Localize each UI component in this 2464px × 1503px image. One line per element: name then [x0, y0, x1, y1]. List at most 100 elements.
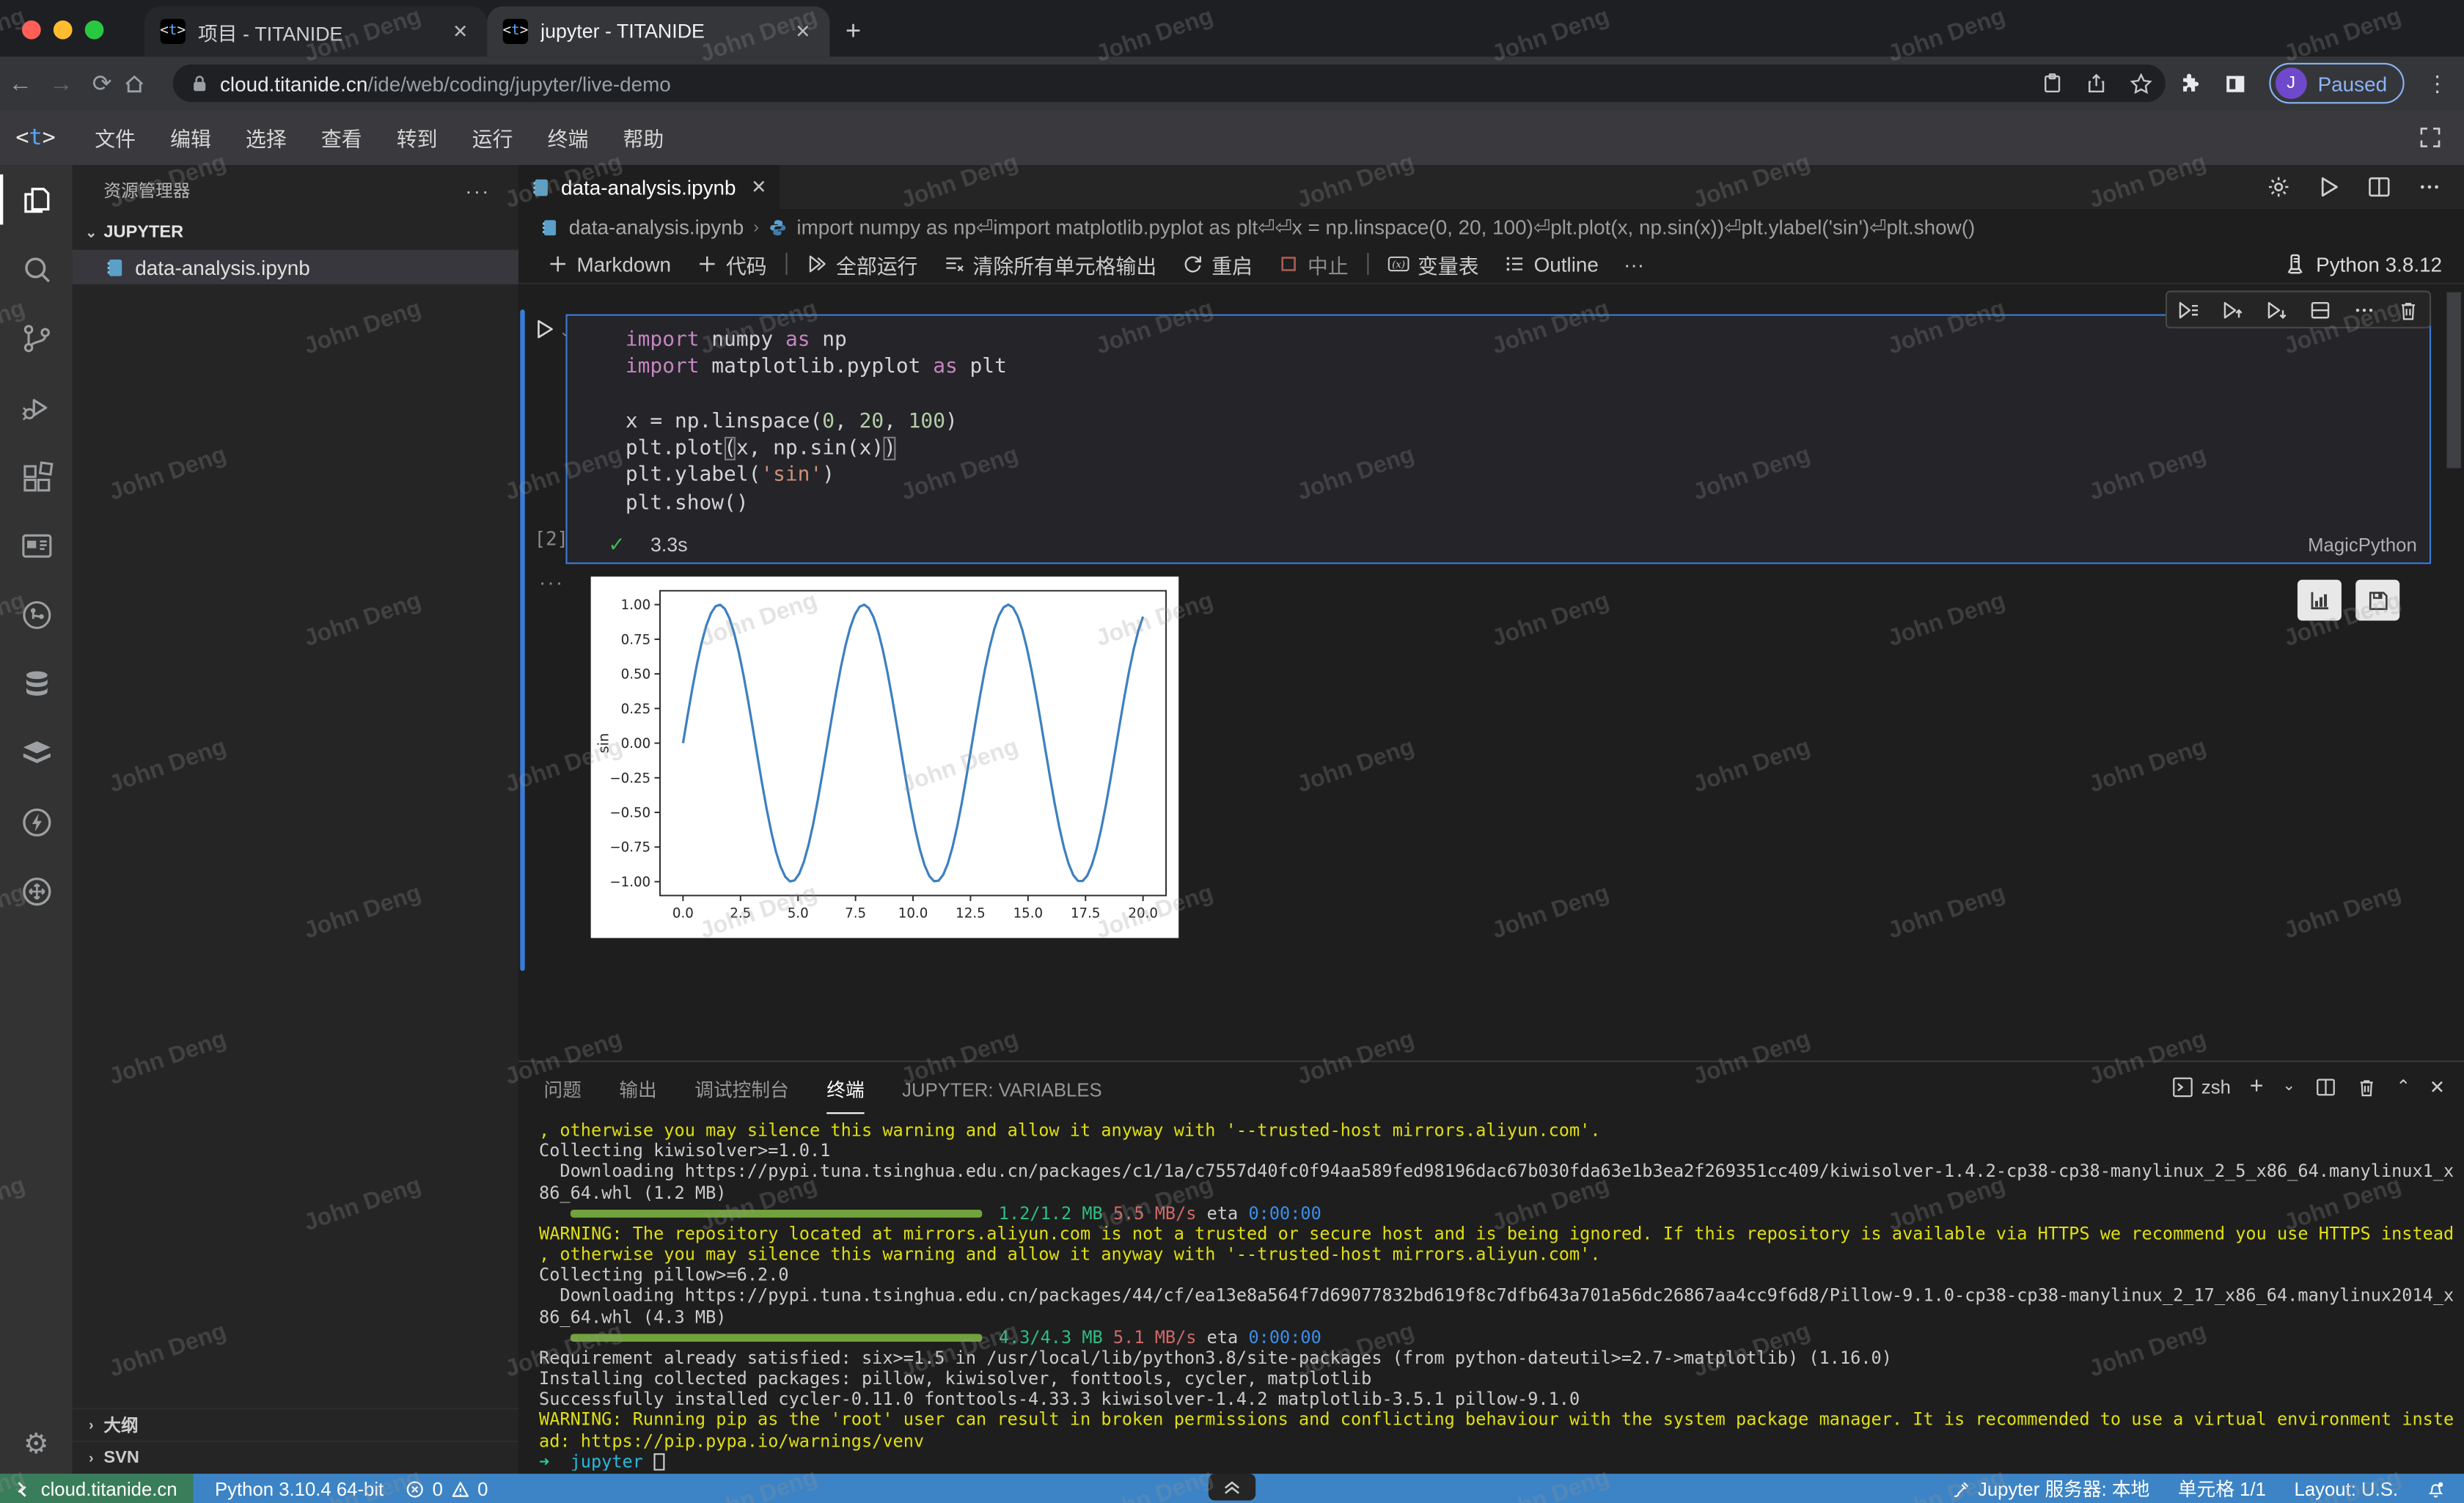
extensions-puzzle-icon[interactable]: [2178, 72, 2201, 95]
file-item-notebook[interactable]: data-analysis.ipynb: [73, 250, 519, 284]
cell-language[interactable]: MagicPython: [2308, 534, 2417, 556]
split-cell-icon[interactable]: [2309, 298, 2332, 321]
back-icon[interactable]: ←: [0, 70, 41, 96]
terminal-output[interactable]: , otherwise you may silence this warning…: [539, 1120, 2454, 1471]
sidebar-section-outline[interactable]: › 大纲: [73, 1408, 519, 1441]
browser-tab-1[interactable]: <t>项目 - TITANIDE✕: [144, 7, 487, 57]
output-collapse-icon[interactable]: ···: [539, 570, 564, 594]
delete-cell-icon[interactable]: [2397, 298, 2420, 321]
activity-extensions-icon[interactable]: [0, 441, 73, 510]
home-icon[interactable]: [122, 72, 164, 95]
save-output-button[interactable]: [2355, 580, 2399, 621]
jupyter-server-indicator[interactable]: Jupyter 服务器: 本地: [1951, 1475, 2150, 1502]
kill-terminal-icon[interactable]: [2355, 1076, 2377, 1098]
close-panel-icon[interactable]: ✕: [2430, 1076, 2446, 1098]
zoom-window-icon[interactable]: [85, 21, 104, 40]
more-actions-icon[interactable]: [2417, 174, 2442, 199]
sidebar-section-jupyter[interactable]: ⌄ JUPYTER: [73, 216, 519, 250]
toolbar-Outline[interactable]: Outline: [1492, 252, 1611, 276]
run-all-icon[interactable]: [2317, 174, 2342, 199]
side-panel-icon[interactable]: [2223, 72, 2247, 95]
panel-tab-JUPYTER: VARIABLES[interactable]: JUPYTER: VARIABLES: [902, 1066, 1101, 1110]
python-interpreter[interactable]: Python 3.10.4 64-bit: [215, 1477, 384, 1499]
breadcrumb-code[interactable]: import numpy as np⏎import matplotlib.pyp…: [796, 215, 1975, 240]
kernel-picker[interactable]: Python 3.8.12: [2283, 252, 2464, 276]
toolbar-···[interactable]: ···: [1611, 252, 1657, 276]
toolbar-全部运行[interactable]: 全部运行: [793, 249, 930, 279]
menu-7[interactable]: 终端: [530, 122, 606, 152]
activity-explorer-icon[interactable]: [0, 165, 73, 234]
panel-restore-handle[interactable]: [1209, 1474, 1255, 1500]
activity-run-debug-icon[interactable]: [0, 372, 73, 441]
activity-search-icon[interactable]: [0, 234, 73, 303]
layout-indicator[interactable]: Layout: U.S.: [2295, 1477, 2399, 1499]
activity-remote-tools-icon[interactable]: [0, 856, 73, 925]
new-tab-button[interactable]: +: [846, 15, 861, 47]
toolbar-清除所有单元格输出[interactable]: 清除所有单元格输出: [931, 249, 1170, 279]
cell-indicator[interactable]: 单元格 1/1: [2178, 1475, 2266, 1502]
share-icon[interactable]: [2085, 73, 2107, 95]
sidebar-section-svn[interactable]: › SVN: [73, 1441, 519, 1474]
shell-dropdown-icon[interactable]: ⌄: [2282, 1078, 2295, 1095]
panel-tab-终端[interactable]: 终端: [826, 1063, 864, 1114]
toolbar-Markdown[interactable]: Markdown: [535, 252, 684, 276]
breadcrumb-file[interactable]: data-analysis.ipynb: [569, 216, 744, 239]
url-bar[interactable]: cloud.titanide.cn/ide/web/coding/jupyter…: [173, 65, 2166, 102]
close-tab-icon[interactable]: ✕: [450, 21, 472, 43]
toolbar-代码[interactable]: 代码: [683, 249, 780, 279]
code-cell[interactable]: import numpy as npimport matplotlib.pypl…: [565, 315, 2431, 565]
bookmark-star-icon[interactable]: [2129, 72, 2152, 95]
fullscreen-icon[interactable]: [2419, 125, 2442, 149]
problems-indicator[interactable]: 0 0: [406, 1477, 488, 1499]
explorer-more-icon[interactable]: ···: [465, 178, 490, 202]
menu-5[interactable]: 转到: [379, 122, 455, 152]
run-cell-button[interactable]: [532, 317, 556, 341]
run-above-icon[interactable]: [2221, 298, 2244, 321]
activity-power-icon[interactable]: [0, 787, 73, 856]
chart-view-button[interactable]: [2298, 580, 2342, 621]
close-tab-icon[interactable]: ✕: [751, 176, 767, 198]
menu-2[interactable]: 编辑: [153, 122, 229, 152]
activity-source-control-icon[interactable]: [0, 304, 73, 372]
forward-icon[interactable]: →: [41, 70, 82, 96]
close-window-icon[interactable]: [22, 21, 41, 40]
browser-menu-icon[interactable]: ⋮: [2427, 70, 2449, 96]
menu-4[interactable]: 查看: [304, 122, 379, 152]
notifications-bell[interactable]: [2427, 1480, 2446, 1499]
remote-indicator[interactable]: cloud.titanide.cn: [0, 1474, 193, 1503]
menu-3[interactable]: 选择: [228, 122, 304, 152]
browser-tab-2[interactable]: <t>jupyter - TITANIDE✕: [487, 7, 829, 57]
reload-icon[interactable]: ⟳: [81, 69, 122, 98]
menu-1[interactable]: 文件: [78, 122, 153, 152]
menu-6[interactable]: 运行: [455, 122, 530, 152]
activity-settings-gear-icon[interactable]: ⚙: [23, 1428, 49, 1461]
terminal-shell-picker[interactable]: zsh: [2171, 1076, 2231, 1098]
panel-tab-调试控制台[interactable]: 调试控制台: [694, 1064, 789, 1112]
cell-code-editor[interactable]: import numpy as npimport matplotlib.pypl…: [568, 316, 2430, 517]
toolbar-重启[interactable]: 重启: [1169, 249, 1265, 279]
window-controls[interactable]: [22, 21, 103, 40]
close-tab-icon[interactable]: ✕: [792, 21, 814, 43]
activity-database-icon[interactable]: [0, 649, 73, 718]
run-by-line-icon[interactable]: [2177, 298, 2200, 321]
settings-gear-icon[interactable]: [2266, 174, 2291, 199]
split-editor-icon[interactable]: [2366, 174, 2391, 199]
menu-8[interactable]: 帮助: [606, 122, 681, 152]
maximize-panel-icon[interactable]: ⌃: [2396, 1076, 2410, 1097]
activity-browser-preview-icon[interactable]: [0, 510, 73, 579]
activity-layers-icon[interactable]: [0, 718, 73, 787]
panel-tab-输出[interactable]: 输出: [619, 1064, 656, 1112]
toolbar-中止[interactable]: 中止: [1265, 249, 1361, 279]
new-terminal-icon[interactable]: +: [2250, 1073, 2264, 1100]
split-terminal-icon[interactable]: [2314, 1076, 2336, 1098]
editor-scrollbar[interactable]: [2446, 293, 2460, 468]
clipboard-icon[interactable]: [2041, 73, 2063, 95]
panel-tab-问题[interactable]: 问题: [543, 1064, 581, 1112]
more-icon[interactable]: [2353, 298, 2376, 321]
editor-tab-notebook[interactable]: data-analysis.ipynb ✕: [518, 165, 780, 209]
activity-share-circle-icon[interactable]: [0, 580, 73, 649]
run-below-icon[interactable]: [2265, 298, 2288, 321]
breadcrumb[interactable]: data-analysis.ipynb › import numpy as np…: [518, 209, 2464, 245]
toolbar-变量表[interactable]: (x)变量表: [1375, 249, 1492, 279]
minimize-window-icon[interactable]: [54, 21, 73, 40]
